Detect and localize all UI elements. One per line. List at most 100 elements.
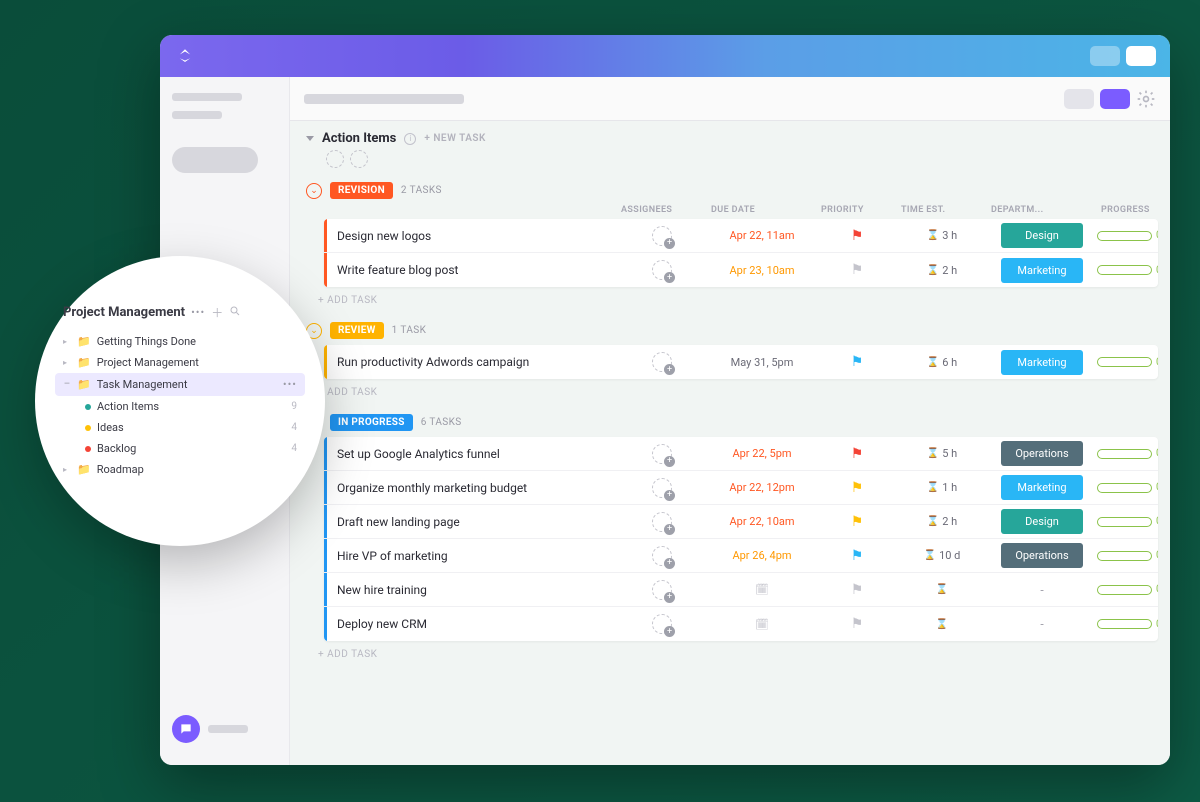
assignee-add-icon[interactable] <box>652 580 672 600</box>
tree-subitem[interactable]: Ideas 4 <box>85 417 297 438</box>
task-name[interactable]: Draft new landing page <box>327 507 617 537</box>
dept-chip[interactable]: Design <box>1001 223 1083 248</box>
priority-flag-icon[interactable]: ⚑ <box>817 514 897 530</box>
calendar-icon[interactable]: 🗓 <box>755 583 769 596</box>
sidebar-search-pill[interactable] <box>172 147 258 173</box>
progress-percent: 0% <box>1156 619 1158 630</box>
plus-icon[interactable]: ＋ <box>211 304 223 321</box>
dept-empty: - <box>1040 617 1043 631</box>
progress-bar <box>1097 483 1152 493</box>
gear-icon[interactable] <box>1136 89 1156 109</box>
progress-percent: 0% <box>1156 265 1158 276</box>
task-name[interactable]: New hire training <box>327 575 617 605</box>
progress-percent: 0% <box>1156 516 1158 527</box>
due-date[interactable]: Apr 22, 5pm <box>732 447 791 460</box>
due-date[interactable]: Apr 22, 10am <box>729 515 794 528</box>
hourglass-icon[interactable]: ⌛ <box>936 584 948 595</box>
caret-down-icon[interactable] <box>306 136 314 141</box>
dept-chip[interactable]: Operations <box>1001 441 1083 466</box>
task-name[interactable]: Write feature blog post <box>327 255 617 285</box>
col-progress: PROGRESS <box>1097 205 1170 215</box>
task-name[interactable]: Set up Google Analytics funnel <box>327 439 617 469</box>
info-icon[interactable]: i <box>404 133 416 145</box>
task-count: 1 TASK <box>392 325 427 336</box>
calendar-icon[interactable]: 🗓 <box>755 618 769 631</box>
group-chevron-icon[interactable]: ⌄ <box>306 183 322 199</box>
dept-chip[interactable]: Operations <box>1001 543 1083 568</box>
assignee-add-icon[interactable] <box>652 352 672 372</box>
subheader-icon-2[interactable] <box>350 150 368 168</box>
due-date[interactable]: Apr 22, 12pm <box>729 481 794 494</box>
progress-bar <box>1097 619 1152 629</box>
col-department: DEPARTM... <box>987 205 1097 215</box>
titlebar-pill-2[interactable] <box>1126 46 1156 66</box>
hourglass-icon[interactable]: ⌛ <box>936 619 948 630</box>
tree-item[interactable]: ▸📁 Project Management <box>63 352 297 373</box>
task-row[interactable]: Draft new landing page Apr 22, 10am ⚑ ⌛2… <box>324 505 1158 539</box>
chat-icon[interactable] <box>172 715 200 743</box>
progress-bar <box>1097 265 1152 275</box>
task-name[interactable]: Design new logos <box>327 221 617 251</box>
tree-subitem[interactable]: Backlog 4 <box>85 438 297 459</box>
toolbar-skeleton <box>304 94 464 104</box>
priority-flag-icon[interactable]: ⚑ <box>817 228 897 244</box>
folder-bubble: Project Management ••• ＋ ▸📁 Getting Thin… <box>35 256 325 546</box>
hourglass-icon: ⌛ <box>924 550 936 561</box>
due-date[interactable]: Apr 26, 4pm <box>732 549 791 562</box>
dept-chip[interactable]: Marketing <box>1001 350 1083 375</box>
priority-flag-icon[interactable]: ⚑ <box>817 446 897 462</box>
task-row[interactable]: Deploy new CRM 🗓 ⚑ ⌛ - 0% <box>324 607 1158 641</box>
titlebar-pill-1[interactable] <box>1090 46 1120 66</box>
priority-flag-icon[interactable]: ⚑ <box>817 548 897 564</box>
assignee-add-icon[interactable] <box>652 444 672 464</box>
tree-subitem[interactable]: Action Items 9 <box>85 396 297 417</box>
task-row[interactable]: Set up Google Analytics funnel Apr 22, 5… <box>324 437 1158 471</box>
due-date[interactable]: May 31, 5pm <box>731 356 794 369</box>
time-est: 5 h <box>942 447 957 460</box>
hourglass-icon: ⌛ <box>927 265 939 276</box>
dept-chip[interactable]: Marketing <box>1001 475 1083 500</box>
assignee-add-icon[interactable] <box>652 512 672 532</box>
dept-chip[interactable]: Marketing <box>1001 258 1083 283</box>
add-task-button[interactable]: + ADD TASK <box>302 379 1158 406</box>
subitem-count: 4 <box>291 422 297 433</box>
priority-flag-icon[interactable]: ⚑ <box>817 616 897 632</box>
priority-flag-icon[interactable]: ⚑ <box>817 354 897 370</box>
task-name[interactable]: Run productivity Adwords campaign <box>327 347 617 377</box>
add-task-button[interactable]: + ADD TASK <box>302 641 1158 668</box>
tree-item[interactable]: ▸📁 Roadmap <box>63 459 297 480</box>
task-row[interactable]: Design new logos Apr 22, 11am ⚑ ⌛3 h Des… <box>324 219 1158 253</box>
assignee-add-icon[interactable] <box>652 226 672 246</box>
hourglass-icon: ⌛ <box>927 230 939 241</box>
toolbar-pill-accent[interactable] <box>1100 89 1130 109</box>
task-row[interactable]: Hire VP of marketing Apr 26, 4pm ⚑ ⌛10 d… <box>324 539 1158 573</box>
assignee-add-icon[interactable] <box>652 614 672 634</box>
add-task-button[interactable]: + ADD TASK <box>302 287 1158 314</box>
tree-item[interactable]: –📁 Task Management ••• <box>55 373 305 396</box>
assignee-add-icon[interactable] <box>652 546 672 566</box>
toolbar-pill-gray[interactable] <box>1064 89 1094 109</box>
task-row[interactable]: Write feature blog post Apr 23, 10am ⚑ ⌛… <box>324 253 1158 287</box>
new-task-button[interactable]: + NEW TASK <box>424 133 486 144</box>
priority-flag-icon[interactable]: ⚑ <box>817 582 897 598</box>
tree-item[interactable]: ▸📁 Getting Things Done <box>63 331 297 352</box>
task-name[interactable]: Deploy new CRM <box>327 609 617 639</box>
more-icon[interactable]: ••• <box>191 306 205 319</box>
task-row[interactable]: Organize monthly marketing budget Apr 22… <box>324 471 1158 505</box>
assignee-add-icon[interactable] <box>652 260 672 280</box>
due-date[interactable]: Apr 22, 11am <box>729 229 794 242</box>
dept-chip[interactable]: Design <box>1001 509 1083 534</box>
progress-bar <box>1097 449 1152 459</box>
task-name[interactable]: Hire VP of marketing <box>327 541 617 571</box>
task-row[interactable]: New hire training 🗓 ⚑ ⌛ - 0% <box>324 573 1158 607</box>
subheader-icon-1[interactable] <box>326 150 344 168</box>
due-date[interactable]: Apr 23, 10am <box>729 264 794 277</box>
search-icon[interactable] <box>229 305 241 320</box>
more-icon[interactable]: ••• <box>283 378 297 391</box>
task-name[interactable]: Organize monthly marketing budget <box>327 473 617 503</box>
progress-bar <box>1097 551 1152 561</box>
priority-flag-icon[interactable]: ⚑ <box>817 262 897 278</box>
task-row[interactable]: Run productivity Adwords campaign May 31… <box>324 345 1158 379</box>
priority-flag-icon[interactable]: ⚑ <box>817 480 897 496</box>
assignee-add-icon[interactable] <box>652 478 672 498</box>
